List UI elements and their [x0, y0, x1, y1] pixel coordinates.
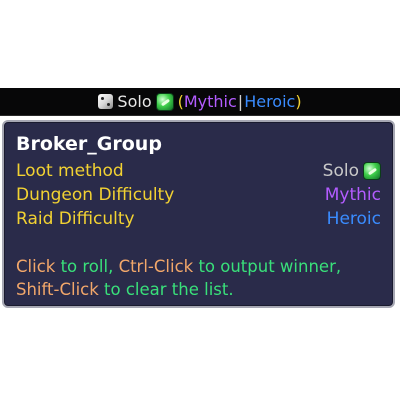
raid-difficulty-label: Raid Difficulty [16, 209, 135, 229]
bar-mythic-label: Mythic [183, 92, 237, 111]
loot-method-row: Loot method Solo [16, 160, 381, 182]
raid-difficulty-value: Heroic [326, 209, 381, 229]
bar-heroic-label: Heroic [244, 92, 296, 111]
broker-bar[interactable]: Solo ( Mythic | Heroic ) [0, 88, 400, 116]
loot-method-value-text: Solo [322, 161, 359, 181]
broker-group-tooltip: Broker_Group Loot method Solo Dungeon Di… [2, 120, 395, 308]
dungeon-difficulty-value: Mythic [324, 185, 381, 205]
hint-ctrl-click: Ctrl-Click [118, 257, 194, 276]
dungeon-difficulty-row: Dungeon Difficulty Mythic [16, 184, 381, 206]
loot-method-label: Loot method [16, 161, 124, 181]
hint-click: Click [16, 257, 56, 276]
dice-icon [98, 94, 114, 109]
loot-method-value: Solo [323, 161, 381, 181]
hint-to-clear: to clear the list. [98, 280, 234, 299]
bar-paren-close: ) [295, 92, 302, 111]
hint-to-roll: to roll, [55, 257, 119, 276]
tooltip-hint: Click to roll, Ctrl-Click to output winn… [16, 255, 388, 301]
dungeon-difficulty-label: Dungeon Difficulty [16, 185, 175, 205]
bar-separator: | [237, 92, 244, 111]
tooltip-title: Broker_Group [16, 133, 162, 155]
green-gem-icon [155, 92, 174, 111]
hint-to-output: to output winner, [193, 257, 342, 276]
raid-difficulty-row: Raid Difficulty Heroic [16, 208, 381, 230]
green-gem-icon [363, 162, 381, 180]
bar-solo-label: Solo [117, 92, 152, 111]
hint-shift-click: Shift-Click [16, 280, 99, 299]
